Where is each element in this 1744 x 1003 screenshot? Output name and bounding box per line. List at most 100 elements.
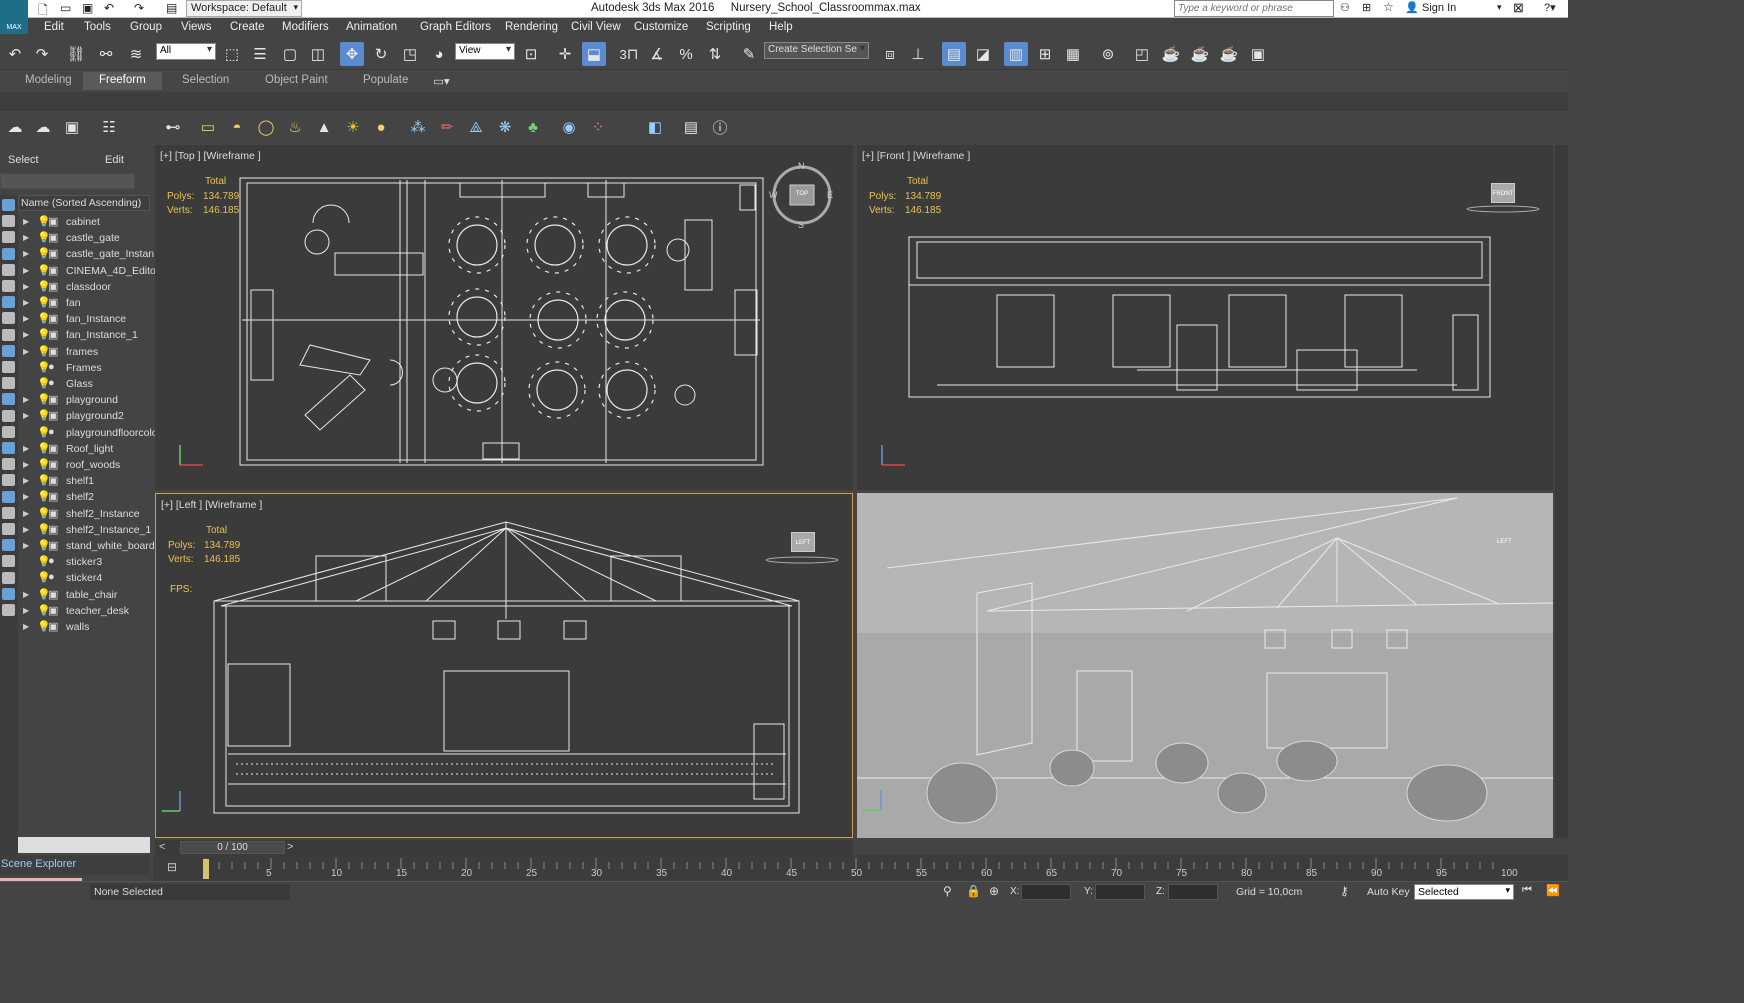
explorer-item[interactable]: ▶ 💡 ▣ Roof_light [18, 442, 150, 458]
image-icon[interactable]: ▣ [60, 115, 84, 139]
explorer-filter-icon[interactable] [2, 425, 15, 438]
explorer-item[interactable]: ▶ 💡 ▣ castle_gate [18, 231, 150, 247]
explorer-filter-icon[interactable] [2, 458, 15, 471]
globe-grid-icon[interactable]: ❋ [493, 115, 517, 139]
expand-arrow-icon[interactable]: ▶ [23, 444, 29, 453]
edit-named-selection-icon[interactable]: ✎ [737, 42, 761, 66]
menu-customize[interactable]: Customize [634, 21, 688, 33]
explorer-item[interactable]: ▶ 💡 ▣ cabinet [18, 215, 150, 231]
expand-arrow-icon[interactable]: ▶ [23, 282, 29, 291]
exchange-icon[interactable]: ⊠ [1513, 0, 1524, 16]
ref-coord-dropdown[interactable]: View [455, 43, 515, 60]
explorer-tab-select[interactable]: Select [8, 154, 39, 166]
link-icon[interactable]: ⛓ [64, 42, 88, 66]
explorer-filter-icon[interactable] [2, 344, 15, 357]
next-frame-button[interactable]: > [287, 841, 293, 853]
expand-arrow-icon[interactable]: ▶ [23, 460, 29, 469]
object-icon[interactable]: ▣ [48, 409, 58, 422]
key-filter-dropdown[interactable]: Selected ▾ [1414, 884, 1514, 900]
explorer-filter-icon[interactable] [2, 506, 15, 519]
material-editor-icon[interactable]: ▦ [1061, 42, 1085, 66]
explorer-item[interactable]: ▶ 💡 ▣ walls [18, 620, 150, 636]
save-icon[interactable]: ▣ [82, 1, 93, 15]
explorer-filter-icon[interactable] [2, 393, 15, 406]
keyboard-shortcut-override-icon[interactable]: ⬓ [582, 42, 606, 66]
explorer-filter-icon[interactable] [2, 263, 15, 276]
viewport-top[interactable]: [+] [Top ] [Wireframe ] Total Polys: 134.… [155, 145, 853, 490]
explorer-filter-icon[interactable] [2, 296, 15, 309]
explorer-item[interactable]: 💡 ● playgroundfloorcolo [18, 426, 158, 442]
expand-arrow-icon[interactable]: ▶ [23, 606, 29, 615]
object-icon[interactable]: ▣ [48, 523, 58, 536]
object-icon[interactable]: ▣ [48, 328, 58, 341]
named-selection-dropdown[interactable]: Create Selection Se [764, 42, 869, 59]
explorer-item[interactable]: 💡 ● Glass [18, 377, 150, 393]
network-icon[interactable]: ⟁ [464, 115, 488, 139]
help-icon[interactable]: ?▾ [1544, 1, 1556, 14]
snap-toggle-icon[interactable]: 3 ⊓ [617, 42, 641, 66]
scene-explorer-title[interactable]: Scene Explorer [0, 855, 150, 875]
object-icon[interactable]: ▣ [48, 393, 58, 406]
lock-icon[interactable]: 🔒 [966, 884, 981, 898]
mini-curve-editor-icon[interactable]: ⊟ [167, 860, 177, 874]
explorer-item[interactable]: ▶ 💡 ▣ playground [18, 393, 150, 409]
plane-icon[interactable]: ◓ [225, 115, 249, 139]
user-icon[interactable]: 👤 [1405, 1, 1419, 14]
curve-editor-icon[interactable]: ▥ [1004, 42, 1028, 66]
expand-arrow-icon[interactable]: ▶ [23, 314, 29, 323]
menu-scripting[interactable]: Scripting [706, 21, 751, 33]
tab-populate[interactable]: Populate [363, 74, 408, 86]
explorer-item[interactable]: ▶ 💡 ▣ table_chair [18, 588, 150, 604]
box-icon[interactable]: ▭ [196, 115, 220, 139]
explorer-item[interactable]: ▶ 💡 ▣ shelf2 [18, 490, 150, 506]
menu-help[interactable]: Help [769, 21, 793, 33]
rect-selection-icon[interactable]: ▢ [278, 42, 302, 66]
angle-snap-icon[interactable]: ∡ [645, 42, 669, 66]
undo-icon[interactable]: ↶ [3, 42, 27, 66]
undo-icon[interactable]: ↶ [104, 1, 114, 15]
open-icon[interactable]: ▭ [60, 1, 71, 15]
align-icon[interactable]: ⊥ [906, 42, 930, 66]
schematic-view-icon[interactable]: ⊞ [1033, 42, 1057, 66]
geometry-sphere-icon[interactable]: ● [48, 361, 55, 373]
ribbon-options-icon[interactable]: ▭▾ [433, 74, 450, 88]
explorer-filter-icon[interactable] [2, 442, 15, 454]
render-setup-icon[interactable]: ⊚ [1096, 42, 1120, 66]
explorer-item[interactable]: ▶ 💡 ▣ classdoor [18, 280, 150, 296]
object-icon[interactable]: ▣ [48, 539, 58, 552]
menu-graph-editors[interactable]: Graph Editors [420, 21, 491, 33]
expand-arrow-icon[interactable]: ▶ [23, 541, 29, 550]
geometry-sphere-icon[interactable]: ● [48, 377, 55, 389]
percent-snap-icon[interactable]: % [674, 42, 698, 66]
material-ball-icon[interactable]: ◉ [557, 115, 581, 139]
select-object-icon[interactable]: ⬚ [220, 42, 244, 66]
scene-explorer-icon[interactable]: ☷ [97, 115, 121, 139]
cone-light-icon[interactable]: ▲ [312, 115, 336, 139]
geometry-sphere-icon[interactable]: ● [48, 555, 55, 567]
select-move-icon[interactable]: ✥ [340, 42, 364, 66]
explorer-item[interactable]: ▶ 💡 ▣ playground2 [18, 409, 150, 425]
time-slider-thumb[interactable]: 0 / 100 [180, 841, 285, 854]
viewport-perspective[interactable]: LEFT [857, 493, 1553, 838]
expand-arrow-icon[interactable]: ▶ [23, 217, 29, 226]
explorer-filter-icon[interactable] [2, 247, 15, 260]
selection-filter-dropdown[interactable]: All [156, 43, 216, 60]
explorer-search-field[interactable] [0, 173, 135, 189]
explorer-filter-icon[interactable] [2, 555, 15, 568]
viewcube-top[interactable]: TOP [791, 191, 813, 197]
explorer-filter-icon[interactable] [2, 571, 15, 584]
explorer-filter-icon[interactable] [2, 523, 15, 535]
spinner-snap-icon[interactable]: ⇅ [703, 42, 727, 66]
geometry-sphere-icon[interactable]: ● [48, 426, 55, 438]
object-icon[interactable]: ▣ [48, 604, 58, 617]
expand-arrow-icon[interactable]: ▶ [23, 509, 29, 518]
render-icon[interactable]: ◧ [643, 115, 667, 139]
window-crossing-icon[interactable]: ◫ [306, 42, 330, 66]
binoculars-icon[interactable]: ⚇ [1340, 1, 1350, 14]
menu-rendering[interactable]: Rendering [505, 21, 558, 33]
object-icon[interactable]: ▣ [48, 280, 58, 293]
star-icon[interactable]: ☆ [1383, 0, 1394, 14]
sphere-icon[interactable]: ◯ [254, 115, 278, 139]
tab-selection[interactable]: Selection [182, 74, 229, 86]
expand-arrow-icon[interactable]: ▶ [23, 298, 29, 307]
